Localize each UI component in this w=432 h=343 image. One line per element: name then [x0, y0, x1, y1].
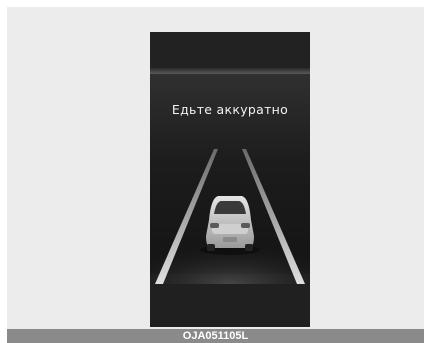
- car-front-icon: [200, 196, 260, 255]
- road-lanes-graphic: [150, 149, 310, 284]
- warning-message: Едьте аккуратно: [171, 102, 289, 117]
- cluster-display: Едьте аккуратно: [150, 32, 310, 327]
- page: Едьте аккуратно OJA051105L: [0, 0, 432, 343]
- illustration-panel: Едьте аккуратно: [7, 7, 424, 329]
- figure-code-label: OJA051105L: [7, 329, 424, 343]
- display-bottom-band: [150, 284, 310, 327]
